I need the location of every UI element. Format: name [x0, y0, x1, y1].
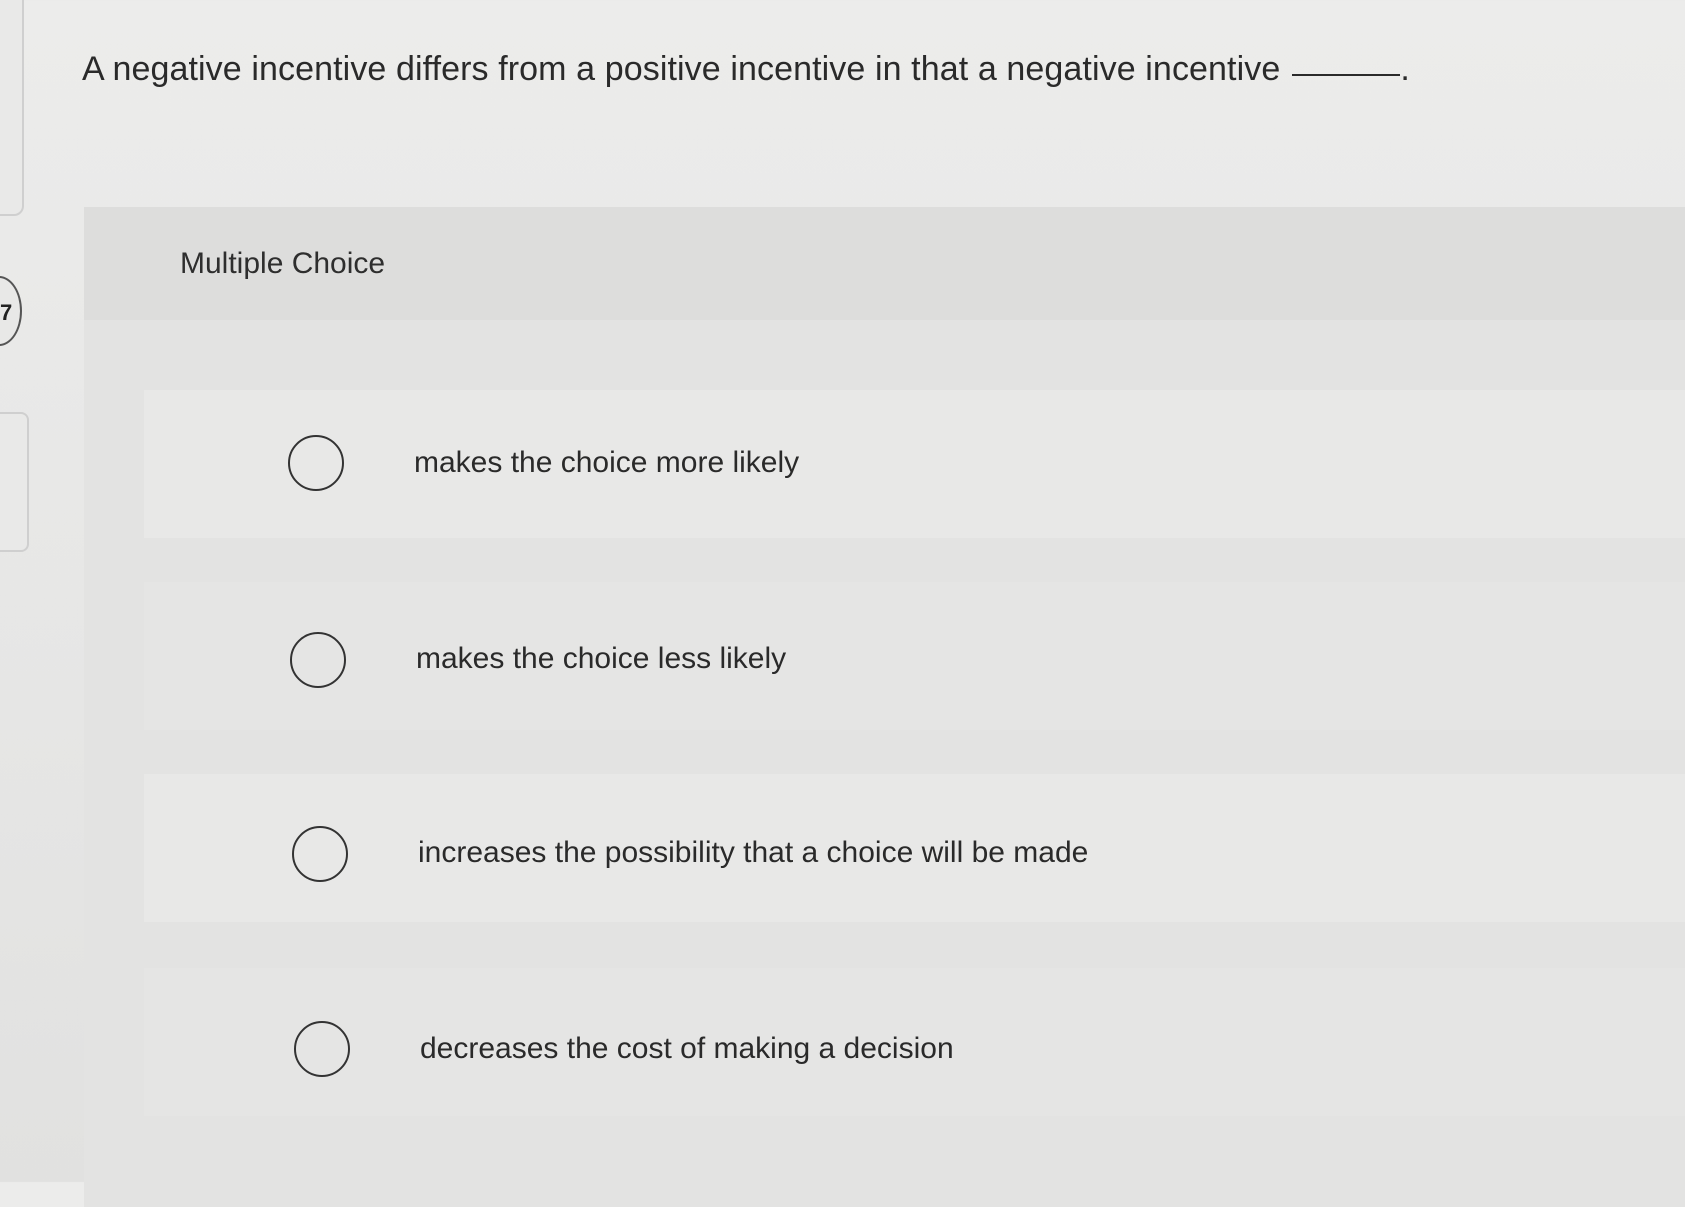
- option-4[interactable]: decreases the cost of making a decision: [144, 968, 1685, 1116]
- next-question-card[interactable]: [0, 412, 29, 552]
- option-label: decreases the cost of making a decision: [420, 1032, 954, 1065]
- option-label: makes the choice less likely: [416, 642, 787, 675]
- radio-button[interactable]: [292, 826, 348, 882]
- question-period: .: [1400, 50, 1410, 88]
- question-prompt: A negative incentive differs from a posi…: [82, 50, 1410, 89]
- question-number-badge[interactable]: 7: [0, 276, 22, 346]
- question-text: A negative incentive differs from a posi…: [82, 50, 1281, 88]
- multiple-choice-header: Multiple Choice: [84, 207, 1685, 320]
- option-1[interactable]: makes the choice more likely: [144, 390, 1685, 538]
- option-2[interactable]: makes the choice less likely: [144, 582, 1685, 730]
- answer-blank: [1292, 73, 1401, 76]
- multiple-choice-label: Multiple Choice: [180, 247, 386, 280]
- question-number: 7: [0, 300, 13, 325]
- previous-question-card[interactable]: [0, 0, 24, 216]
- radio-button[interactable]: [294, 1021, 350, 1077]
- option-label: makes the choice more likely: [414, 446, 800, 479]
- radio-button[interactable]: [290, 632, 346, 688]
- option-3[interactable]: increases the possibility that a choice …: [144, 774, 1685, 922]
- multiple-choice-panel: Multiple Choice makes the choice more li…: [84, 207, 1685, 1207]
- option-label: increases the possibility that a choice …: [418, 836, 1089, 869]
- radio-button[interactable]: [288, 435, 344, 491]
